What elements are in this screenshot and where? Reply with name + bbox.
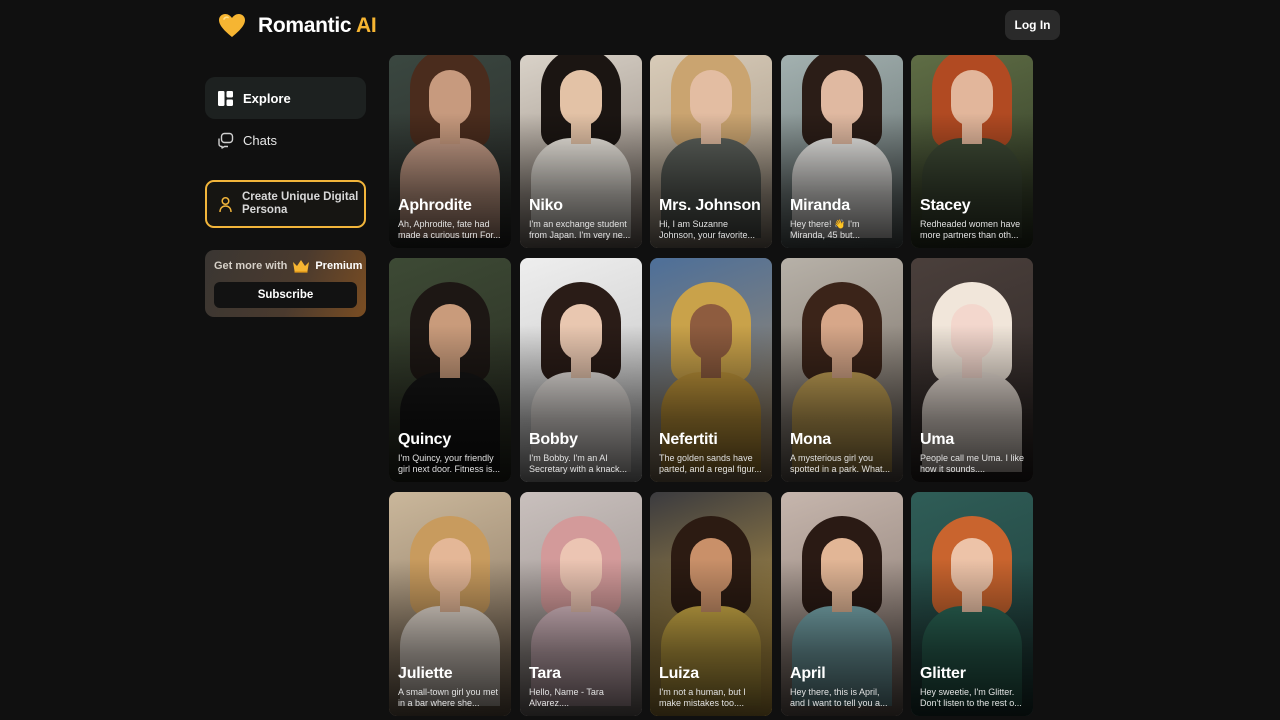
- character-description: Hey there! 👋 I'm Miranda, 45 but...: [790, 219, 861, 240]
- chat-bubbles-icon: [218, 132, 234, 149]
- character-description: Hi, I am Suzanne Johnson, your favorite.…: [659, 219, 756, 240]
- sidebar: Explore Chats Create Unique Digital Pers…: [205, 77, 366, 317]
- character-description: A mysterious girl you spotted in a park.…: [790, 453, 891, 474]
- crown-icon: [293, 260, 310, 273]
- character-grid: Aphrodite Ah, Aphrodite, fate had made a …: [389, 0, 1034, 720]
- character-description: Redheaded women have more partners than …: [920, 219, 1021, 240]
- nav-chats-label: Chats: [243, 132, 277, 148]
- character-name: Tara: [529, 665, 561, 682]
- character-card[interactable]: Aphrodite Ah, Aphrodite, fate had made a …: [389, 55, 511, 248]
- character-name: Miranda: [790, 197, 850, 214]
- character-description: I'm Quincy, your friendly girl next door…: [398, 453, 501, 474]
- character-description: People call me Uma. I like how it sounds…: [920, 453, 1025, 474]
- character-name: Luiza: [659, 665, 699, 682]
- character-description: Ah, Aphrodite, fate had made a curious t…: [398, 219, 501, 240]
- character-card[interactable]: Mona A mysterious girl you spotted in a p…: [781, 258, 903, 482]
- character-name: April: [790, 665, 826, 682]
- character-description: A small-town girl you met in a bar where…: [398, 687, 499, 708]
- premium-prefix: Get more with: [214, 260, 288, 272]
- character-name: Niko: [529, 197, 563, 214]
- premium-promo: Get more with Premium Subscribe: [205, 250, 366, 317]
- character-card[interactable]: Niko I'm an exchange student from Japan. …: [520, 55, 642, 248]
- person-icon: [219, 196, 232, 212]
- character-card[interactable]: Uma People call me Uma. I like how it sou…: [911, 258, 1033, 482]
- character-name: Mrs. Johnson: [659, 197, 761, 214]
- heart-icon: [219, 14, 245, 37]
- character-description: Hey there, this is April, and I want to …: [790, 687, 888, 708]
- character-name: Glitter: [920, 665, 966, 682]
- character-card[interactable]: Quincy I'm Quincy, your friendly girl nex…: [389, 258, 511, 482]
- character-name: Bobby: [529, 431, 578, 448]
- character-name: Uma: [920, 431, 955, 448]
- premium-label: Premium: [315, 260, 363, 272]
- character-card[interactable]: Luiza I'm not a human, but I make mistake…: [650, 492, 772, 716]
- character-name: Juliette: [398, 665, 453, 682]
- character-card[interactable]: Stacey Redheaded women have more partners…: [911, 55, 1033, 248]
- logo[interactable]: Romantic AI: [218, 11, 377, 41]
- grid-icon: [218, 90, 233, 106]
- character-name: Mona: [790, 431, 831, 448]
- character-description: I'm not a human, but I make mistakes too…: [659, 687, 746, 708]
- character-name: Aphrodite: [398, 197, 472, 214]
- create-persona-button[interactable]: Create Unique Digital Persona: [205, 180, 366, 228]
- character-description: Hello, Name - Tara Alvarez....: [529, 687, 604, 708]
- premium-line: Get more with Premium: [214, 259, 362, 273]
- nav-explore[interactable]: Explore: [205, 77, 366, 119]
- character-description: I'm an exchange student from Japan. I'm …: [529, 219, 631, 240]
- character-name: Nefertiti: [659, 431, 718, 448]
- character-card[interactable]: Bobby I'm Bobby. I'm an AI Secretary with…: [520, 258, 642, 482]
- subscribe-button[interactable]: Subscribe: [214, 282, 357, 308]
- character-description: I'm Bobby. I'm an AI Secretary with a kn…: [529, 453, 628, 474]
- character-card[interactable]: Mrs. Johnson Hi, I am Suzanne Johnson, yo…: [650, 55, 772, 248]
- character-description: The golden sands have parted, and a rega…: [659, 453, 762, 474]
- character-card[interactable]: Nefertiti The golden sands have parted, a…: [650, 258, 772, 482]
- create-persona-label: Create Unique Digital Persona: [242, 191, 359, 216]
- character-description: Hey sweetie, I'm Glitter. Don't listen t…: [920, 687, 1022, 708]
- logo-text: Romantic AI: [258, 14, 377, 37]
- character-card[interactable]: Juliette A small-town girl you met in a b…: [389, 492, 511, 716]
- character-card[interactable]: Glitter Hey sweetie, I'm Glitter. Don't l…: [911, 492, 1033, 716]
- nav-chats[interactable]: Chats: [205, 119, 366, 161]
- nav-explore-label: Explore: [243, 90, 291, 106]
- character-card[interactable]: Tara Hello, Name - Tara Alvarez....: [520, 492, 642, 716]
- character-card[interactable]: Miranda Hey there! 👋 I'm Miranda, 45 but.…: [781, 55, 903, 248]
- character-name: Quincy: [398, 431, 452, 448]
- character-name: Stacey: [920, 197, 971, 214]
- character-card[interactable]: April Hey there, this is April, and I wan…: [781, 492, 903, 716]
